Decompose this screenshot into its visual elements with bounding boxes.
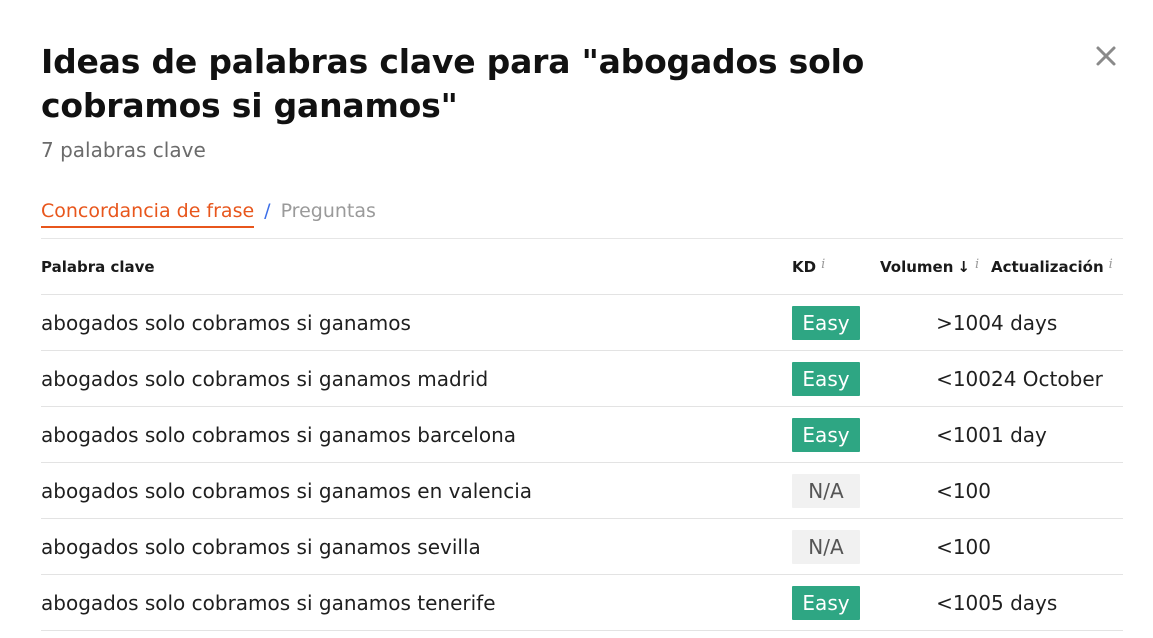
column-header-keyword: Palabra clave	[41, 239, 792, 295]
updated-value: 4 days	[991, 310, 1058, 335]
updated-value: 24 October	[991, 366, 1103, 391]
info-icon[interactable]: i	[975, 257, 979, 272]
kd-badge: Easy	[792, 305, 860, 340]
column-header-kd[interactable]: KD i	[792, 239, 880, 295]
keyword-text[interactable]: abogados solo cobramos si ganamos en val…	[41, 479, 532, 503]
keyword-table: Palabra clave KD i Volumen ↓ i Actualizació…	[41, 239, 1123, 631]
volume-value: <100	[936, 590, 991, 615]
info-icon[interactable]: i	[821, 257, 825, 272]
updated-value: 5 days	[991, 590, 1058, 615]
sort-desc-icon[interactable]: ↓	[957, 258, 970, 276]
volume-value: <100	[936, 534, 991, 559]
table-row[interactable]: abogados solo cobramos si ganamos madrid…	[41, 350, 1123, 407]
kd-badge: N/A	[792, 473, 860, 508]
keyword-text[interactable]: abogados solo cobramos si ganamos sevill…	[41, 535, 481, 559]
dialog-title: Ideas de palabras clave para "abogados s…	[41, 42, 865, 125]
table-header-row: Palabra clave KD i Volumen ↓ i Actualizació…	[41, 239, 1123, 295]
close-button[interactable]	[1090, 40, 1122, 72]
kd-badge: N/A	[792, 529, 860, 564]
column-header-updated[interactable]: Actualización i	[991, 239, 1123, 295]
column-header-volume[interactable]: Volumen ↓ i	[880, 239, 991, 295]
table-row[interactable]: abogados solo cobramos si ganamos Easy >…	[41, 294, 1123, 351]
volume-value: <100	[936, 478, 991, 503]
updated-value: 1 day	[991, 422, 1047, 447]
keyword-ideas-dialog: Ideas de palabras clave para "abogados s…	[0, 0, 1153, 638]
tab-separator: /	[264, 200, 271, 222]
table-row[interactable]: abogados solo cobramos si ganamos teneri…	[41, 574, 1123, 631]
volume-value: <100	[936, 422, 991, 447]
tab-questions[interactable]: Preguntas	[281, 196, 376, 226]
keyword-count: 7 palabras clave	[41, 138, 206, 162]
tab-phrase-match[interactable]: Concordancia de frase	[41, 196, 255, 228]
kd-badge: Easy	[792, 361, 860, 396]
info-icon[interactable]: i	[1109, 257, 1113, 272]
keyword-text[interactable]: abogados solo cobramos si ganamos	[41, 311, 411, 335]
table-row[interactable]: abogados solo cobramos si ganamos barcel…	[41, 406, 1123, 463]
tab-bar: Concordancia de frase / Preguntas	[41, 196, 376, 230]
volume-value: <100	[936, 366, 991, 391]
table-row[interactable]: abogados solo cobramos si ganamos sevill…	[41, 518, 1123, 575]
kd-badge: Easy	[792, 585, 860, 620]
close-icon	[1096, 46, 1116, 66]
table-row[interactable]: abogados solo cobramos si ganamos en val…	[41, 462, 1123, 519]
keyword-text[interactable]: abogados solo cobramos si ganamos barcel…	[41, 423, 516, 447]
keyword-text[interactable]: abogados solo cobramos si ganamos teneri…	[41, 591, 496, 615]
kd-badge: Easy	[792, 417, 860, 452]
volume-value: >100	[936, 310, 991, 335]
keyword-text[interactable]: abogados solo cobramos si ganamos madrid	[41, 367, 488, 391]
